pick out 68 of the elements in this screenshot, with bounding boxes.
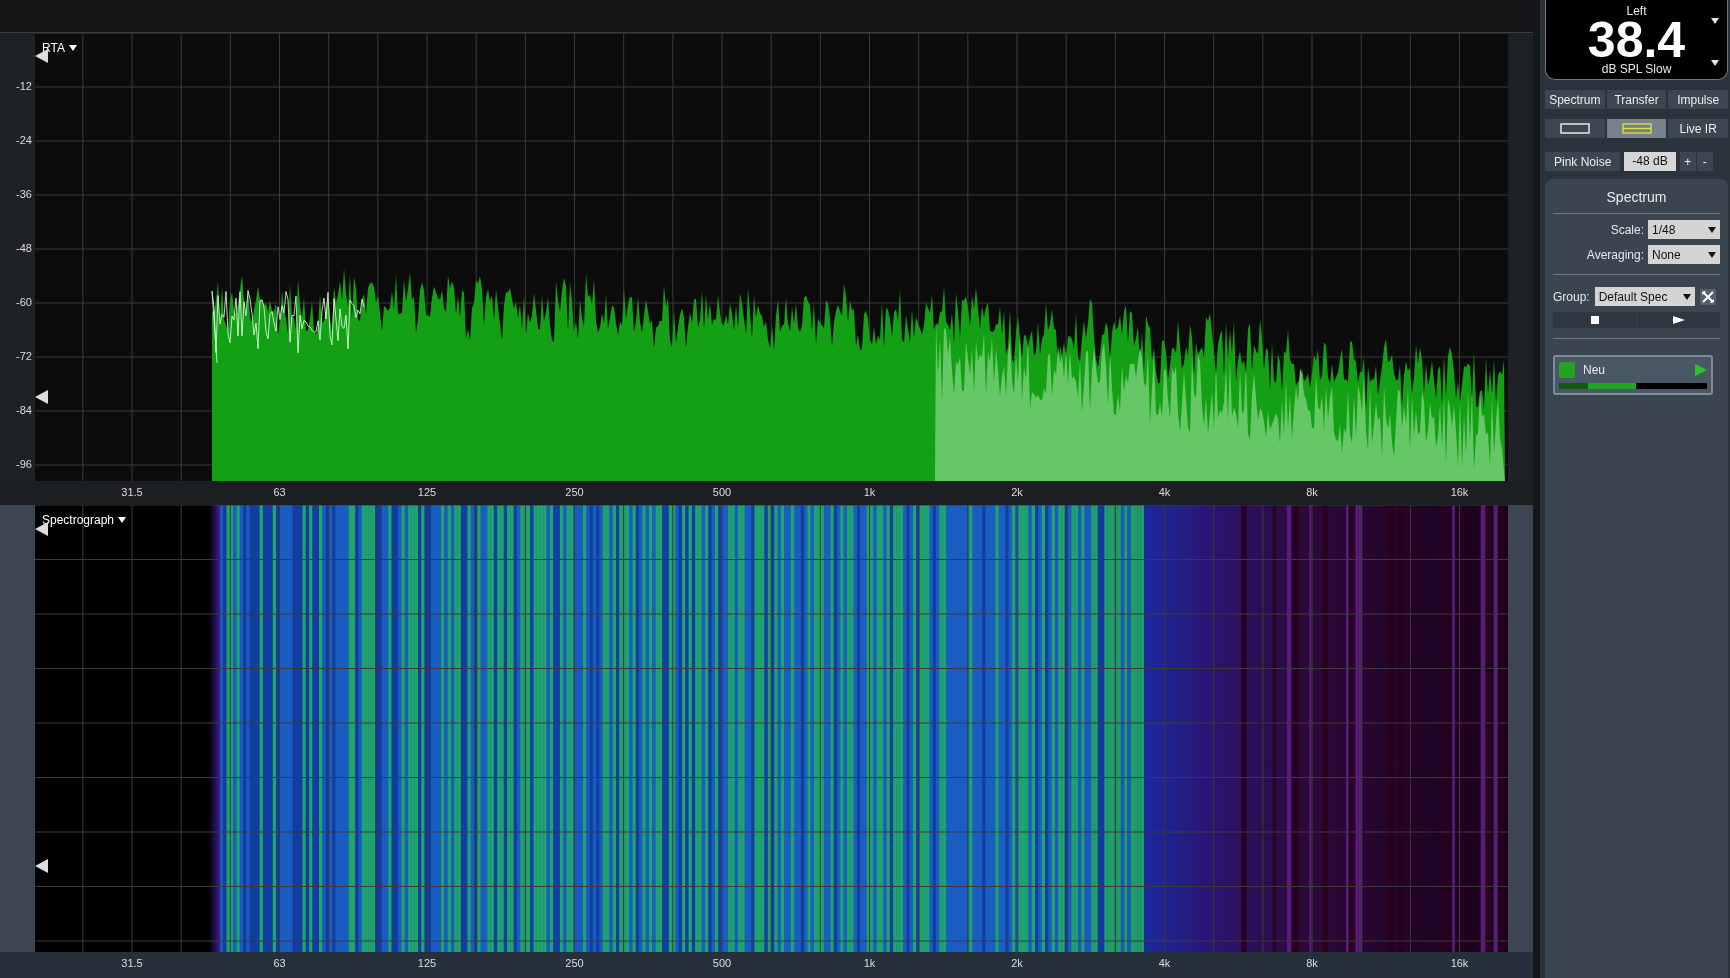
axis-label: 250: [565, 486, 584, 498]
axis-label: -96: [16, 458, 32, 470]
axis-label: 500: [712, 486, 732, 498]
caret-icon: [1711, 60, 1719, 66]
channel-label: Left: [1626, 4, 1647, 18]
axis-label: 125: [417, 957, 437, 969]
play-icon[interactable]: [1695, 364, 1707, 376]
dropdown-caret-icon: [118, 517, 127, 523]
axis-label: 4k: [1158, 486, 1171, 498]
axis-label: -24: [16, 134, 32, 146]
dropdown[interactable]: None: [1648, 245, 1720, 264]
field-label: Averaging:: [1586, 247, 1644, 262]
axis-label: 1k: [863, 486, 876, 498]
trace-name: Neu: [1583, 363, 1605, 377]
panel-heading: Spectrum: [1553, 189, 1720, 214]
axis-label: 2k: [1011, 486, 1023, 498]
gain-field[interactable]: -48 dB: [1624, 152, 1676, 171]
axis-label: -48: [16, 242, 32, 254]
view-button[interactable]: [1545, 119, 1605, 138]
axis-label: -36: [16, 188, 32, 200]
caret-icon: [1708, 226, 1716, 233]
axis-label: 125: [417, 486, 437, 498]
single-view-icon: [1559, 123, 1590, 134]
axis-label: 63: [273, 957, 286, 969]
axis-label: -60: [16, 296, 32, 308]
axis-label: 500: [712, 957, 732, 969]
dropdown[interactable]: Default Spec: [1594, 287, 1695, 306]
field-label: Group:: [1553, 289, 1590, 304]
axis-label: 1k: [863, 957, 876, 969]
dropdown[interactable]: 1/48: [1648, 220, 1720, 239]
mode-tab[interactable]: Spectrum: [1545, 90, 1605, 109]
tools-icon: [1701, 290, 1714, 303]
unit-label: dB SPL Slow: [1601, 62, 1672, 76]
axis-label: 63: [273, 486, 286, 498]
axis-label: 4k: [1158, 957, 1171, 969]
axis-label: -72: [16, 350, 32, 362]
mode-tab[interactable]: Impulse: [1668, 90, 1728, 109]
axis-label: 16k: [1450, 957, 1469, 969]
axis-label: -12: [16, 80, 32, 92]
caret-icon: [1682, 293, 1691, 300]
step-button[interactable]: -: [1696, 152, 1713, 171]
axis-label: 16k: [1450, 486, 1469, 498]
stop-icon: [1590, 316, 1599, 324]
play-icon: [1672, 316, 1685, 324]
caret-icon: [1711, 18, 1719, 24]
axis-label: 31.5: [121, 486, 143, 498]
noise-button[interactable]: Pink Noise: [1545, 152, 1621, 171]
split-view-icon: [1621, 123, 1652, 134]
axis-label: 250: [565, 957, 584, 969]
panel-title[interactable]: RTA: [42, 41, 65, 55]
live-ir-button[interactable]: Live IR: [1668, 119, 1728, 138]
step-button[interactable]: +: [1679, 152, 1696, 171]
axis-label: 8k: [1306, 486, 1318, 498]
tools-button[interactable]: [1699, 288, 1716, 305]
axis-label: 2k: [1011, 957, 1023, 969]
panel-title[interactable]: Spectrograph: [42, 513, 115, 527]
trace-card[interactable]: Neu: [1553, 355, 1713, 395]
axis-label: 31.5: [121, 957, 143, 969]
stop-button[interactable]: [1553, 312, 1636, 328]
play-button[interactable]: [1637, 312, 1720, 328]
level-reading: 38.4: [1587, 18, 1686, 62]
caret-icon: [1708, 251, 1716, 258]
mode-tab[interactable]: Transfer: [1606, 90, 1667, 109]
view-button[interactable]: [1606, 119, 1667, 138]
dropdown-caret-icon: [68, 45, 77, 51]
axis-label: 8k: [1306, 957, 1318, 969]
axis-label: -84: [16, 404, 32, 416]
field-label: Scale:: [1610, 222, 1644, 237]
